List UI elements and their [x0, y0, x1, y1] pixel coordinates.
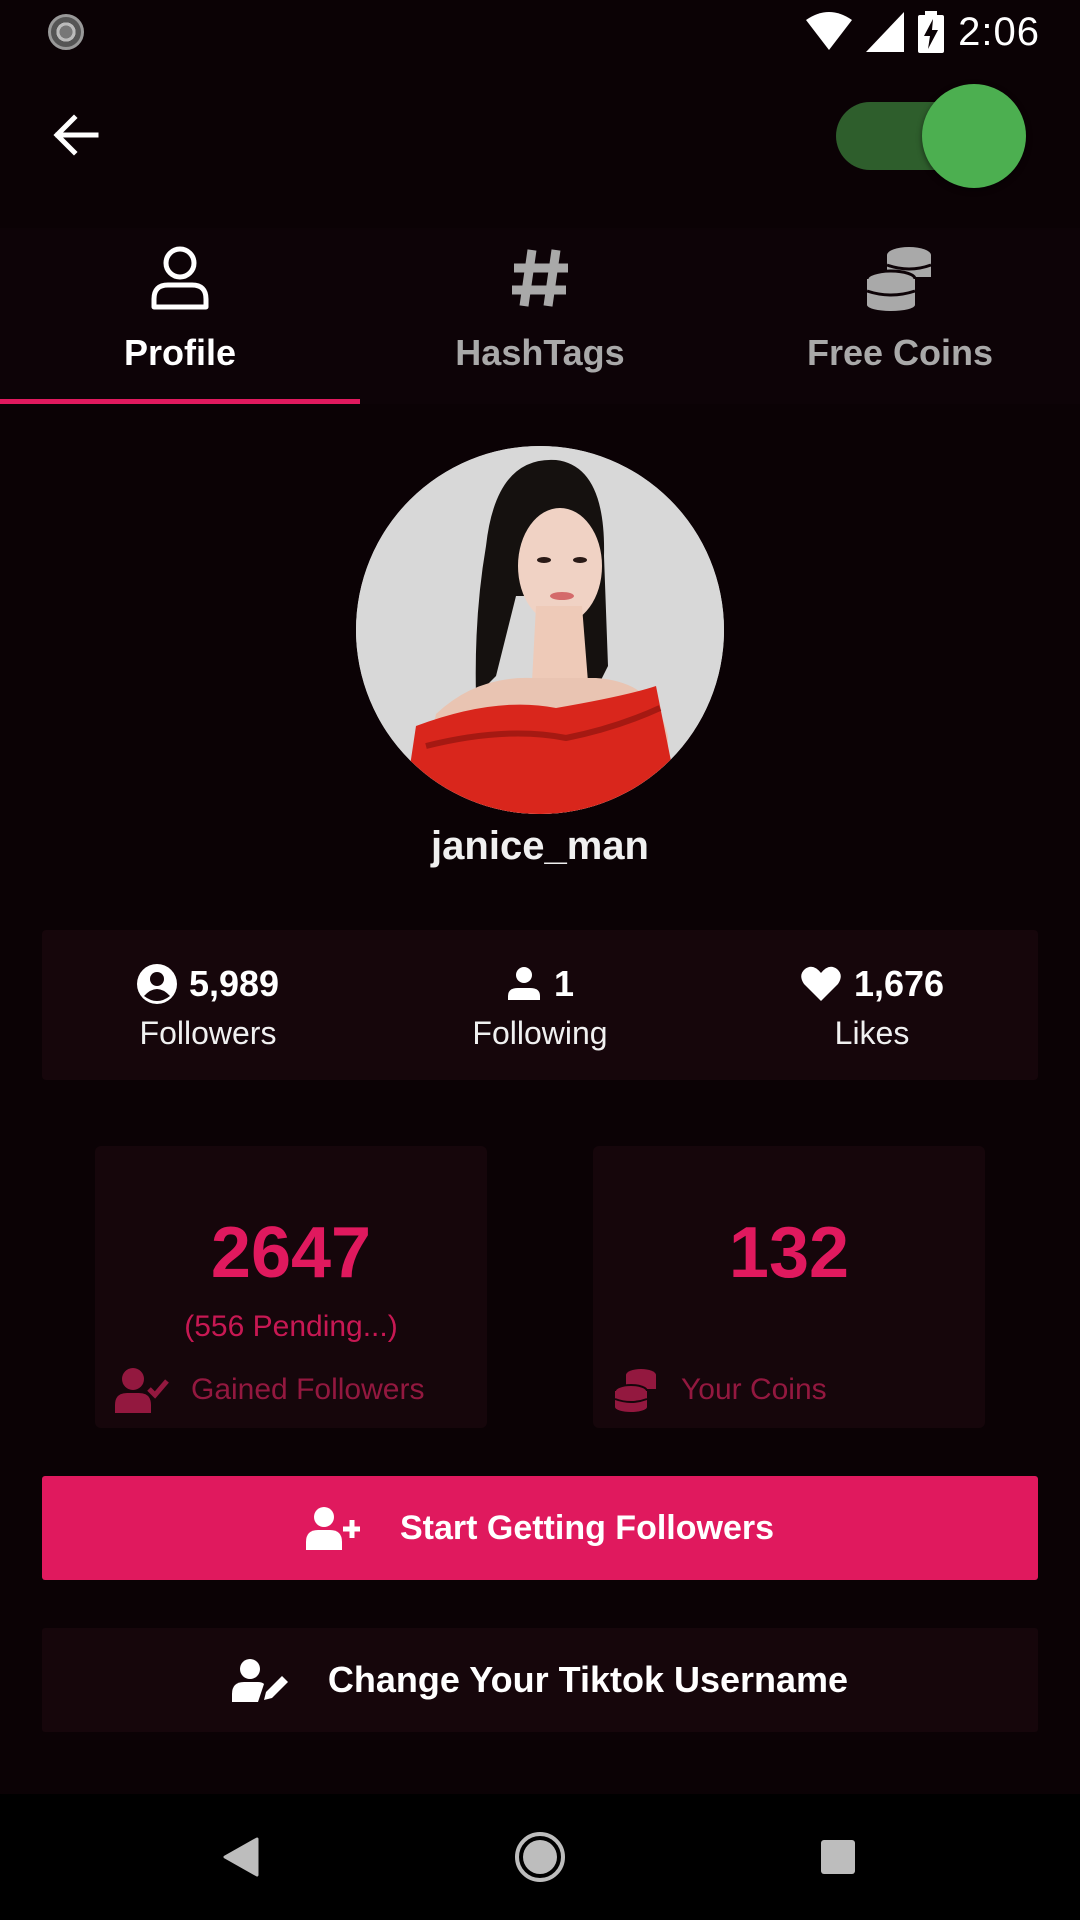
- stat-likes: 1,676 Likes: [722, 959, 1022, 1052]
- toggle-thumb: [922, 84, 1026, 188]
- gained-followers-count: 2647: [210, 1213, 372, 1293]
- person-icon: [507, 966, 540, 1000]
- avatar: [356, 446, 724, 814]
- nav-back-button[interactable]: [198, 1814, 284, 1900]
- nav-recents-button[interactable]: [795, 1814, 881, 1900]
- battery-charging-icon: [918, 11, 945, 53]
- gained-followers-card: 2647 (556 Pending...) Gained Followers: [95, 1146, 487, 1428]
- account-circle-icon: [136, 963, 177, 1004]
- stat-followers: 5,989 Followers: [58, 959, 358, 1052]
- status-bar: 2:06: [0, 0, 1080, 64]
- user-edit-icon: [231, 1659, 288, 1702]
- coins-icon: [614, 1369, 656, 1412]
- followers-count: 5,989: [188, 962, 280, 1004]
- your-coins-label: Your Coins: [681, 1373, 827, 1406]
- person-outline-icon: [150, 240, 210, 316]
- stat-following: 1 Following: [390, 959, 690, 1052]
- stats-panel: 5,989 Followers 1 Following 1,676 Likes: [42, 930, 1038, 1080]
- change-username-button[interactable]: Change Your Tiktok Username: [42, 1628, 1038, 1732]
- tab-indicator: [0, 399, 360, 404]
- following-count: 1: [553, 962, 575, 1004]
- arrow-left-icon: [53, 114, 99, 156]
- start-button-label: Start Getting Followers: [399, 1508, 775, 1547]
- status-icons: 2:06: [806, 8, 1040, 56]
- following-label: Following: [472, 1014, 608, 1051]
- tab-profile[interactable]: Profile: [0, 228, 360, 404]
- tab-label: Profile: [123, 332, 237, 373]
- user-check-icon: [115, 1368, 169, 1413]
- start-getting-followers-button[interactable]: Start Getting Followers: [42, 1476, 1038, 1580]
- square-recents-icon: [821, 1840, 855, 1874]
- your-coins-card: 132 Your Coins: [593, 1146, 985, 1428]
- loading-icon: [48, 14, 84, 50]
- tab-label: Free Coins: [806, 332, 994, 373]
- likes-label: Likes: [834, 1014, 910, 1051]
- hashtag-icon: [510, 240, 570, 316]
- pending-followers: (556 Pending...): [184, 1310, 398, 1343]
- tab-label: HashTags: [455, 332, 625, 373]
- avatar-photo: [356, 446, 724, 814]
- coins-icon: [865, 240, 935, 316]
- likes-count: 1,676: [853, 962, 945, 1004]
- toggle-switch[interactable]: [836, 82, 1028, 190]
- tab-bar: Profile HashTags Free Coins: [0, 228, 1080, 404]
- triangle-back-icon: [223, 1837, 259, 1877]
- wifi-icon: [806, 12, 853, 50]
- followers-label: Followers: [139, 1014, 277, 1051]
- user-plus-icon: [305, 1507, 360, 1550]
- nav-home-button[interactable]: [497, 1814, 583, 1900]
- gained-followers-label: Gained Followers: [191, 1373, 425, 1406]
- coins-count: 132: [728, 1213, 850, 1293]
- circle-home-icon: [515, 1832, 565, 1882]
- signal-icon: [866, 12, 905, 52]
- username: janice_man: [431, 824, 649, 868]
- heart-icon: [801, 966, 841, 1001]
- change-username-label: Change Your Tiktok Username: [327, 1659, 849, 1700]
- tab-free-coins[interactable]: Free Coins: [720, 228, 1080, 404]
- status-time: 2:06: [958, 9, 1040, 54]
- back-button[interactable]: [40, 100, 110, 170]
- navigation-bar: [0, 1794, 1080, 1920]
- tab-hashtags[interactable]: HashTags: [360, 228, 720, 404]
